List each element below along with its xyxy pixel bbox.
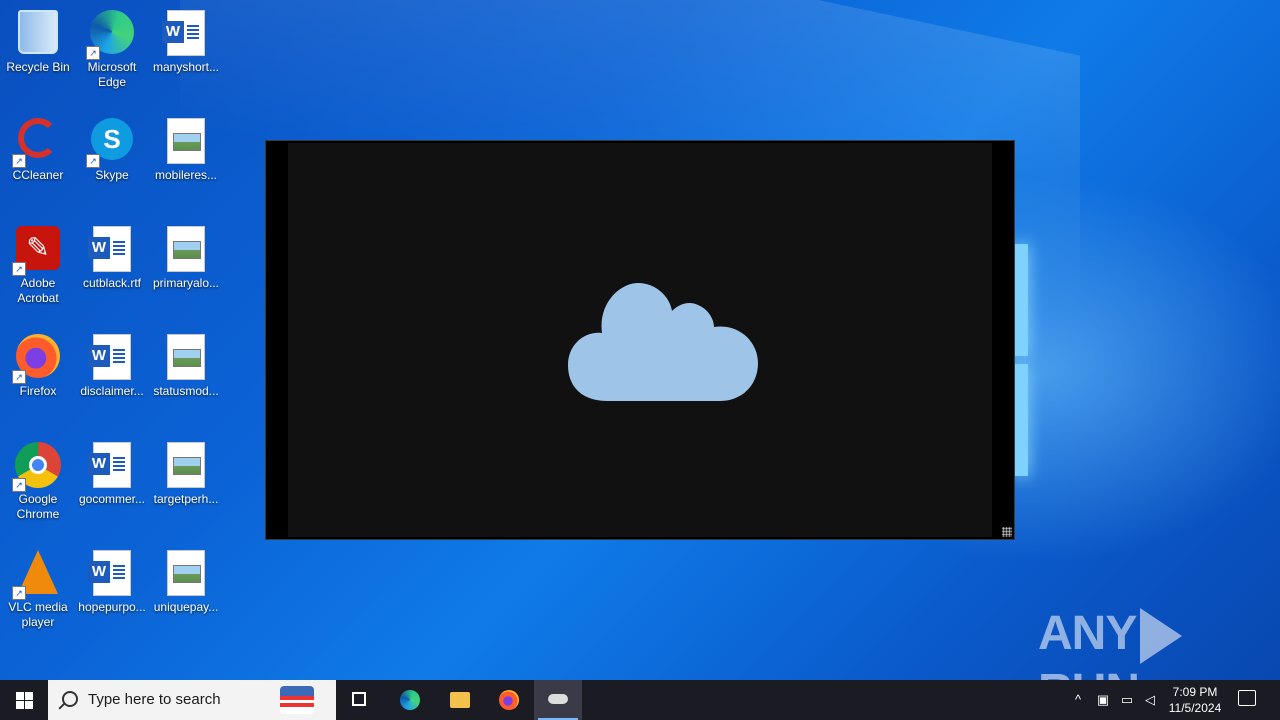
watermark-text-left: ANY <box>1038 607 1137 660</box>
desktop-icon-label: VLC media player <box>8 600 68 629</box>
desktop-icon-adobe-acrobat[interactable]: ✎ ↗ Adobe Acrobat <box>0 220 76 306</box>
clock-time: 7:09 PM <box>1172 685 1218 699</box>
search-highlight-icon <box>280 686 314 714</box>
shortcut-arrow-icon: ↗ <box>12 478 26 492</box>
taskbar: Type here to search ^ ▣ ▭ ◁ 7:09 PM 11/5… <box>0 680 1280 720</box>
cloud-app-window[interactable] <box>265 140 1015 540</box>
desktop-icon-label: primaryalo... <box>152 276 220 290</box>
cloud-icon <box>568 283 758 401</box>
word-document-icon: W <box>88 550 131 596</box>
play-logo-icon <box>1140 608 1183 665</box>
recycle-bin-icon <box>18 10 58 54</box>
desktop-icon-primaryalo[interactable]: primaryalo... <box>148 220 224 291</box>
search-icon <box>62 691 78 707</box>
edge-icon <box>400 690 420 710</box>
taskbar-firefox-button[interactable] <box>485 680 533 720</box>
desktop-icon-label: statusmod... <box>153 384 219 398</box>
desktop-icon-label: Skype <box>95 168 129 182</box>
desktop-icon-targetperh[interactable]: targetperh... <box>148 436 224 507</box>
taskbar-edge-button[interactable] <box>386 680 434 720</box>
word-document-icon: W <box>162 10 205 56</box>
clock-date: 11/5/2024 <box>1168 701 1222 715</box>
desktop-icon-firefox[interactable]: ↗ Firefox <box>0 328 76 399</box>
desktop-icon-label: CCleaner <box>12 168 64 182</box>
notification-center-icon[interactable] <box>1238 690 1256 706</box>
desktop-icon-label: Recycle Bin <box>6 60 70 74</box>
shortcut-arrow-icon: ↗ <box>86 46 100 60</box>
desktop-icon-label: cutblack.rtf <box>82 276 142 290</box>
desktop-icon-label: Firefox <box>19 384 57 398</box>
folder-icon <box>450 692 470 708</box>
desktop-icon-label: disclaimer... <box>80 384 144 398</box>
desktop-icon-hopepurpo[interactable]: W hopepurpo... <box>74 544 150 615</box>
start-button[interactable] <box>0 680 48 720</box>
search-placeholder: Type here to search <box>88 691 221 708</box>
desktop-icon-label: Microsoft Edge <box>87 60 137 89</box>
desktop-icon-label: Adobe Acrobat <box>17 276 59 305</box>
desktop-icon-label: manyshort... <box>152 60 220 74</box>
desktop-icon-mobileres[interactable]: mobileres... <box>148 112 224 183</box>
window-content <box>288 143 992 537</box>
ccleaner-icon <box>18 118 58 158</box>
desktop-icon-label: Google Chrome <box>16 492 60 521</box>
desktop-icon-manyshort[interactable]: W manyshort... <box>148 4 224 75</box>
shortcut-arrow-icon: ↗ <box>12 154 26 168</box>
desktop-icon-skype[interactable]: S ↗ Skype <box>74 112 150 183</box>
word-document-icon: W <box>88 226 131 272</box>
image-file-icon <box>167 334 205 380</box>
desktop-icon-label: uniquepay... <box>153 600 219 614</box>
device-icon[interactable]: ▣ <box>1095 692 1111 708</box>
desktop-icon-cutblack[interactable]: W cutblack.rtf <box>74 220 150 291</box>
image-file-icon <box>167 118 205 164</box>
chevron-up-icon[interactable]: ^ <box>1070 692 1086 708</box>
desktop-icon-label: mobileres... <box>154 168 218 182</box>
image-file-icon <box>167 226 205 272</box>
cloud-icon <box>548 694 568 704</box>
taskbar-file-explorer-button[interactable] <box>436 680 484 720</box>
volume-icon[interactable]: ◁ <box>1142 692 1158 708</box>
desktop-icon-microsoft-edge[interactable]: ↗ Microsoft Edge <box>74 4 150 90</box>
shortcut-arrow-icon: ↗ <box>86 154 100 168</box>
desktop-icon-label: targetperh... <box>153 492 219 506</box>
desktop-icon-label: hopepurpo... <box>78 600 146 614</box>
word-document-icon: W <box>88 442 131 488</box>
firefox-icon <box>499 690 519 710</box>
taskbar-cloud-app-button[interactable] <box>534 680 582 720</box>
desktop-icon-google-chrome[interactable]: ↗ Google Chrome <box>0 436 76 522</box>
desktop-icon-ccleaner[interactable]: ↗ CCleaner <box>0 112 76 183</box>
desktop-icon-recycle-bin[interactable]: Recycle Bin <box>0 4 76 75</box>
desktop-icon-vlc[interactable]: ↗ VLC media player <box>0 544 76 630</box>
taskbar-clock[interactable]: 7:09 PM 11/5/2024 <box>1158 684 1232 716</box>
image-file-icon <box>167 442 205 488</box>
word-document-icon: W <box>88 334 131 380</box>
desktop-icon-gocommer[interactable]: W gocommer... <box>74 436 150 507</box>
shortcut-arrow-icon: ↗ <box>12 370 26 384</box>
shortcut-arrow-icon: ↗ <box>12 262 26 276</box>
taskbar-search-box[interactable]: Type here to search <box>48 680 336 720</box>
resize-grip[interactable] <box>1002 527 1012 537</box>
desktop-icon-label: gocommer... <box>78 492 146 506</box>
desktop-icon-disclaimer[interactable]: W disclaimer... <box>74 328 150 399</box>
task-view-icon <box>352 692 366 706</box>
shortcut-arrow-icon: ↗ <box>12 586 26 600</box>
network-icon[interactable]: ▭ <box>1119 692 1135 708</box>
desktop-icon-statusmod[interactable]: statusmod... <box>148 328 224 399</box>
image-file-icon <box>167 550 205 596</box>
task-view-button[interactable] <box>336 680 384 720</box>
desktop-icon-uniquepay[interactable]: uniquepay... <box>148 544 224 615</box>
